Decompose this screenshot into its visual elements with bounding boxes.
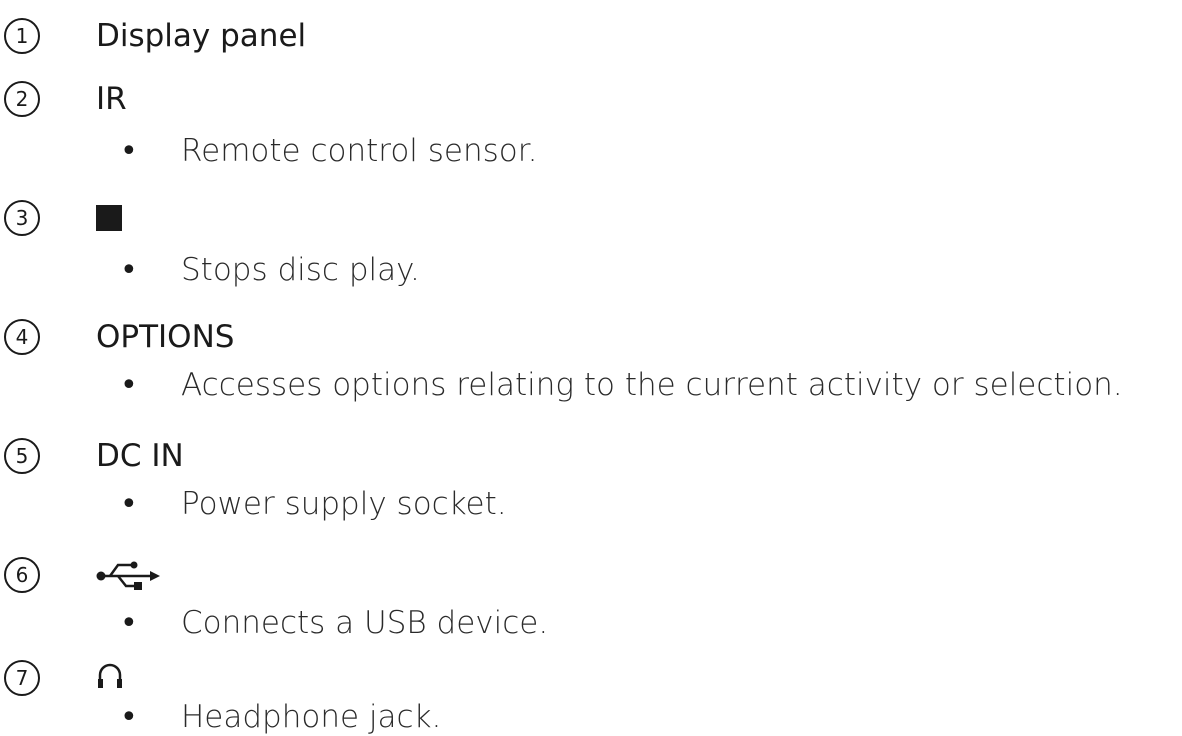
bullet: • (120, 368, 138, 403)
item-2-header: 2 (0, 77, 40, 121)
item-2-description: Remote control sensor. (181, 133, 538, 169)
bullet: • (120, 134, 138, 169)
bullet: • (120, 487, 138, 522)
item-1-header: 1 (0, 14, 40, 58)
item-number-3: 3 (4, 200, 40, 236)
item-number-6: 6 (4, 557, 40, 593)
item-number-4: 4 (4, 319, 40, 355)
item-number-1: 1 (4, 18, 40, 54)
item-3-header: 3 (0, 196, 40, 240)
item-number-2: 2 (4, 81, 40, 117)
item-4-header: 4 (0, 315, 40, 359)
item-6-description: Connects a USB device. (181, 605, 549, 641)
item-4-description: Accesses options relating to the current… (181, 367, 1123, 403)
item-4-label: OPTIONS (96, 319, 235, 355)
item-5-description: Power supply socket. (181, 486, 507, 522)
headphone-icon (96, 663, 124, 693)
item-number-7: 7 (4, 660, 40, 696)
item-number-5: 5 (4, 438, 40, 474)
item-6-header: 6 (0, 553, 40, 597)
bullet: • (120, 606, 138, 641)
item-7-header: 7 (0, 656, 40, 700)
item-3-description: Stops disc play. (181, 252, 420, 288)
bullet: • (120, 253, 138, 288)
stop-icon (96, 205, 122, 231)
usb-icon (96, 560, 160, 594)
item-2-label: IR (96, 81, 127, 117)
item-5-header: 5 (0, 434, 40, 478)
bullet: • (120, 700, 138, 735)
item-1-label: Display panel (96, 18, 307, 54)
item-7-description: Headphone jack. (181, 699, 442, 735)
item-5-label: DC IN (96, 438, 184, 474)
